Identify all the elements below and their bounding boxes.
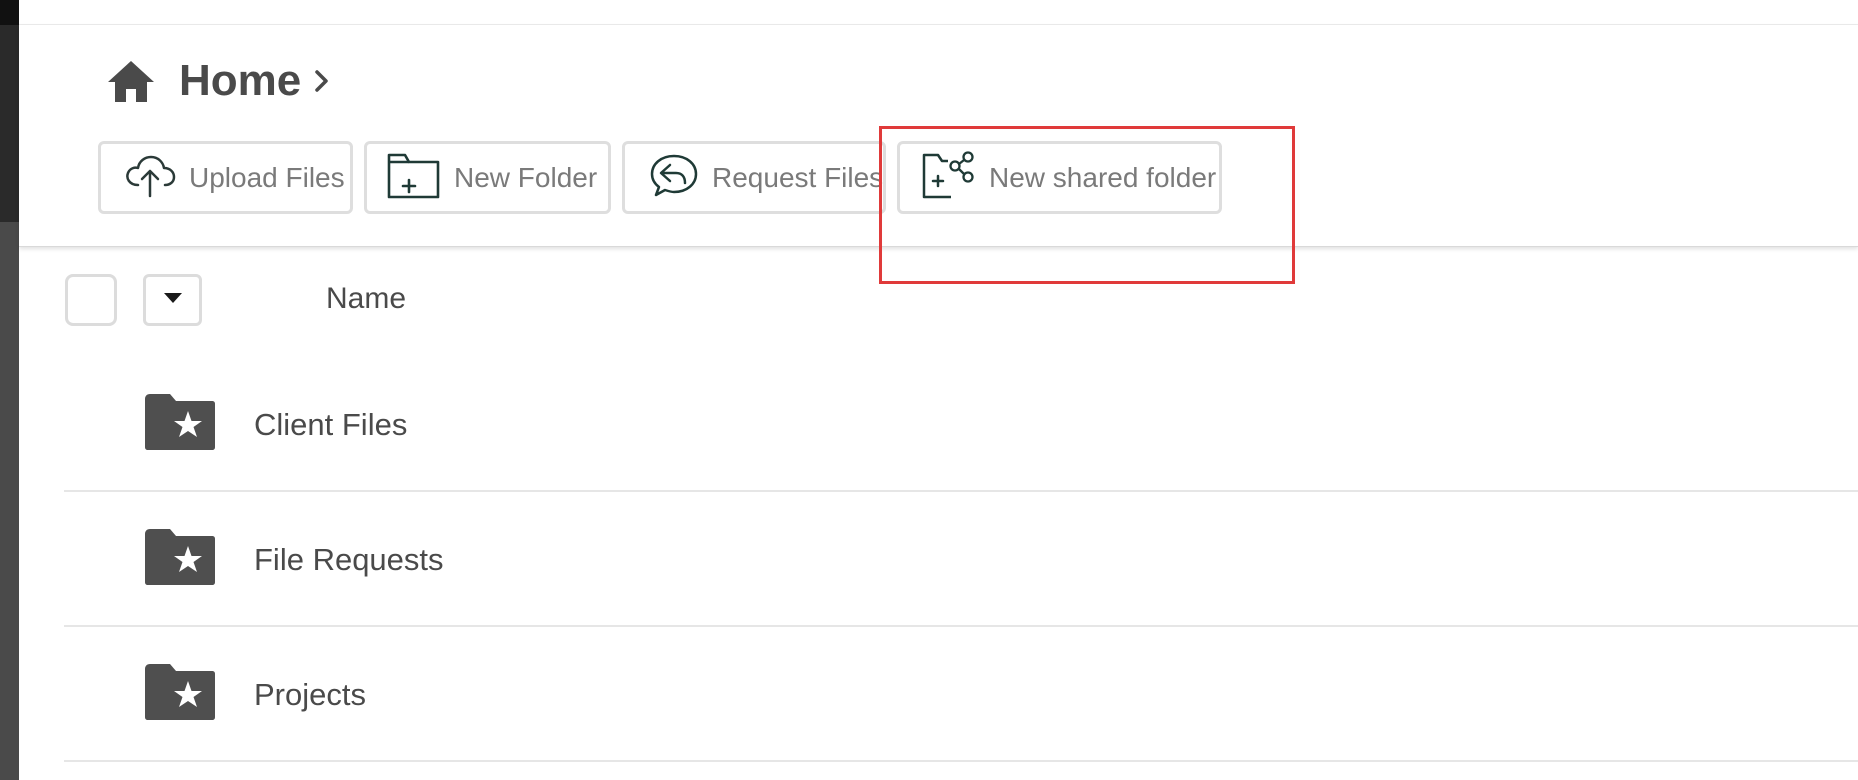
column-header-name[interactable]: Name bbox=[326, 282, 406, 316]
cloud-upload-icon bbox=[123, 152, 177, 203]
left-rail bbox=[0, 0, 19, 780]
file-row[interactable]: File Requests bbox=[64, 492, 1858, 627]
left-rail-dark-section bbox=[0, 0, 19, 222]
starred-folder-icon bbox=[142, 661, 218, 723]
starred-folder-icon bbox=[142, 526, 218, 588]
list-header: Name bbox=[19, 246, 1858, 356]
new-shared-folder-label: New shared folder bbox=[989, 161, 1217, 193]
select-options-dropdown[interactable] bbox=[143, 274, 202, 326]
page-header: Home Upload Files New Folder Request Fil… bbox=[19, 25, 1858, 284]
request-files-button[interactable]: Request Files bbox=[622, 141, 886, 214]
home-icon[interactable] bbox=[106, 58, 156, 104]
chevron-right-icon bbox=[313, 68, 331, 94]
file-name[interactable]: Client Files bbox=[254, 407, 407, 443]
breadcrumb: Home bbox=[106, 53, 331, 109]
left-rail-cap bbox=[0, 0, 19, 25]
new-folder-button[interactable]: New Folder bbox=[364, 141, 611, 214]
file-name[interactable]: Projects bbox=[254, 677, 366, 713]
upload-files-label: Upload Files bbox=[189, 161, 345, 193]
page-title[interactable]: Home bbox=[179, 56, 301, 106]
file-row[interactable]: Client Files bbox=[64, 357, 1858, 492]
top-strip bbox=[19, 0, 1858, 25]
folder-plus-icon bbox=[386, 150, 442, 205]
select-all-checkbox[interactable] bbox=[65, 274, 117, 326]
file-name[interactable]: File Requests bbox=[254, 542, 444, 578]
caret-down-icon bbox=[162, 291, 184, 310]
request-reply-icon bbox=[648, 152, 700, 203]
shared-folder-plus-icon bbox=[921, 150, 977, 205]
new-shared-folder-button[interactable]: New shared folder bbox=[897, 141, 1222, 214]
request-files-label: Request Files bbox=[712, 161, 884, 193]
starred-folder-icon bbox=[142, 391, 218, 453]
new-folder-label: New Folder bbox=[454, 161, 598, 193]
file-row[interactable]: Projects bbox=[64, 627, 1858, 762]
upload-files-button[interactable]: Upload Files bbox=[98, 141, 353, 214]
